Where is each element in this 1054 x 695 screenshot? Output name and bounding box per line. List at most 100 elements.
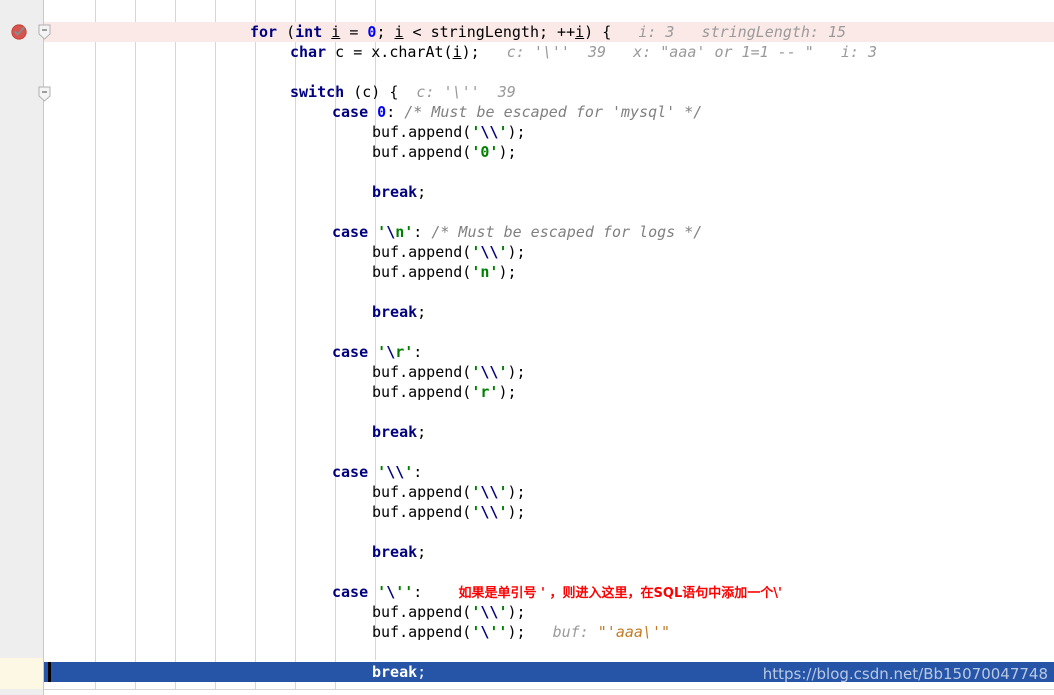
code-token-cmt: /* Must be escaped for 'mysql' */ xyxy=(404,103,703,121)
code-token-strq: ' xyxy=(377,223,387,241)
code-token-kw: char xyxy=(290,43,327,61)
code-token-buf-val: "'aaa\'" xyxy=(597,623,671,641)
code-line[interactable] xyxy=(0,522,1054,542)
code-token-plain: < stringLength; ++ xyxy=(403,23,576,41)
code-line[interactable]: break; xyxy=(0,422,1054,442)
code-line[interactable]: buf.append('\\'); xyxy=(0,362,1054,382)
code-token-plain: ); xyxy=(498,383,517,401)
code-editor-window: for (int i = 0; i < stringLength; ++i) {… xyxy=(0,0,1054,695)
code-line[interactable] xyxy=(0,162,1054,182)
code-line[interactable]: case '\'': 如果是单引号 ' ，则进入这里，在SQL语句中添加一个\' xyxy=(0,582,1054,602)
code-token-hint: i: 3 stringLength: 15 xyxy=(611,23,847,41)
code-line[interactable] xyxy=(0,562,1054,582)
code-line[interactable]: case '\r': xyxy=(0,342,1054,362)
breakpoint-verified-icon[interactable] xyxy=(11,23,28,40)
code-token-plain: buf.append( xyxy=(372,383,472,401)
code-line[interactable]: case '\n': /* Must be escaped for logs *… xyxy=(0,222,1054,242)
code-lines-container[interactable]: for (int i = 0; i < stringLength; ++i) {… xyxy=(0,22,1054,682)
code-line[interactable] xyxy=(0,322,1054,342)
code-line[interactable]: buf.append('n'); xyxy=(0,262,1054,282)
code-line-text: break; xyxy=(372,422,426,442)
code-line[interactable]: case '\\': xyxy=(0,462,1054,482)
code-line[interactable] xyxy=(0,442,1054,462)
code-token-kw: switch xyxy=(290,83,345,101)
fold-marker-switch[interactable] xyxy=(38,86,51,102)
code-token-plain: ); xyxy=(498,263,517,281)
code-line[interactable]: buf.append('\\'); xyxy=(0,122,1054,142)
code-token-plain: : xyxy=(386,103,405,121)
code-line[interactable]: buf.append('\''); buf: "'aaa\'" xyxy=(0,622,1054,642)
code-token-esc: \ xyxy=(386,223,396,241)
code-token-plain: buf.append( xyxy=(372,243,472,261)
code-line[interactable]: break; xyxy=(0,302,1054,322)
code-line-text: buf.append('n'); xyxy=(372,262,517,282)
code-line[interactable]: buf.append('\\'); xyxy=(0,502,1054,522)
code-token-plain: buf.append( xyxy=(372,363,472,381)
code-line-text: buf.append('\\'); xyxy=(372,122,526,142)
code-token-plain: buf.append( xyxy=(372,623,472,641)
code-token-plain: ); xyxy=(507,623,526,641)
code-token-kw: case xyxy=(332,103,369,121)
code-token-plain: ); xyxy=(507,503,526,521)
editor-bottom-rule xyxy=(44,689,1054,690)
code-line[interactable]: buf.append('r'); xyxy=(0,382,1054,402)
editor-gutter[interactable] xyxy=(0,0,44,695)
code-token-plain: ); xyxy=(498,143,517,161)
code-line[interactable]: break; xyxy=(0,542,1054,562)
code-token-plain: : xyxy=(413,463,423,481)
code-line[interactable]: buf.append('0'); xyxy=(0,142,1054,162)
code-line[interactable]: buf.append('\\'); xyxy=(0,242,1054,262)
code-line[interactable] xyxy=(0,282,1054,302)
code-line[interactable]: case 0: /* Must be escaped for 'mysql' *… xyxy=(0,102,1054,122)
code-token-field: i xyxy=(394,23,404,41)
code-token-plain: ); xyxy=(507,243,526,261)
code-line[interactable]: switch (c) { c: '\'' 39 xyxy=(0,82,1054,102)
code-line[interactable]: break; xyxy=(0,182,1054,202)
code-token-kw: for xyxy=(250,23,278,41)
code-line[interactable]: char c = x.charAt(i); c: '\'' 39 x: "aaa… xyxy=(0,42,1054,62)
code-token-strq: ' xyxy=(404,343,414,361)
code-token-num: 0 xyxy=(377,103,387,121)
code-line-text: case '\n': /* Must be escaped for logs *… xyxy=(332,222,702,242)
code-line[interactable] xyxy=(0,62,1054,82)
code-token-str: r xyxy=(395,343,405,361)
code-line[interactable]: buf.append('\\'); xyxy=(0,602,1054,622)
code-line-text: buf.append('\''); buf: "'aaa\'" xyxy=(372,622,670,642)
code-token-plain: ); xyxy=(507,123,526,141)
code-line[interactable] xyxy=(0,642,1054,662)
code-token-sel-txt: break xyxy=(372,663,418,681)
text-caret xyxy=(48,662,51,682)
code-token-kw: break xyxy=(372,183,418,201)
code-line-text: break; xyxy=(372,302,426,322)
code-token-cmt: /* Must be escaped for logs */ xyxy=(431,223,703,241)
code-token-plain: ( xyxy=(277,23,296,41)
code-line[interactable] xyxy=(0,402,1054,422)
code-token-strq: '' xyxy=(489,623,508,641)
code-token-kw: case xyxy=(332,343,369,361)
code-line-text: break; xyxy=(372,182,426,202)
code-token-plain: ; xyxy=(417,183,427,201)
code-line[interactable] xyxy=(0,202,1054,222)
code-token-plain: buf.append( xyxy=(372,263,472,281)
code-token-esc: \\ xyxy=(480,603,499,621)
code-token-strq: '' xyxy=(395,583,414,601)
code-line-text: char c = x.charAt(i); c: '\'' 39 x: "aaa… xyxy=(290,42,877,62)
code-token-plain: : xyxy=(413,343,423,361)
code-line[interactable]: buf.append('\\'); xyxy=(0,482,1054,502)
code-token-kw: case xyxy=(332,463,369,481)
code-line-text: buf.append('\\'); xyxy=(372,502,526,522)
code-token-hint: buf: xyxy=(525,623,598,641)
code-token-note-cn: 如果是单引号 ' ，则进入这里，在SQL语句中添加一个\' xyxy=(422,586,782,601)
code-line-text: switch (c) { c: '\'' 39 xyxy=(290,82,516,102)
fold-marker-for-loop[interactable] xyxy=(38,24,51,40)
code-token-plain: ); xyxy=(507,603,526,621)
code-token-strq: ' xyxy=(404,223,414,241)
gutter-current-line-highlight xyxy=(0,658,43,689)
code-line-execution-point[interactable]: for (int i = 0; i < stringLength; ++i) {… xyxy=(0,22,1054,42)
code-token-esc: \\ xyxy=(480,243,499,261)
code-token-esc: \\ xyxy=(480,483,499,501)
code-token-hint: c: '\'' 39 x: "aaa' or 1=1 -- " i: 3 xyxy=(479,43,878,61)
